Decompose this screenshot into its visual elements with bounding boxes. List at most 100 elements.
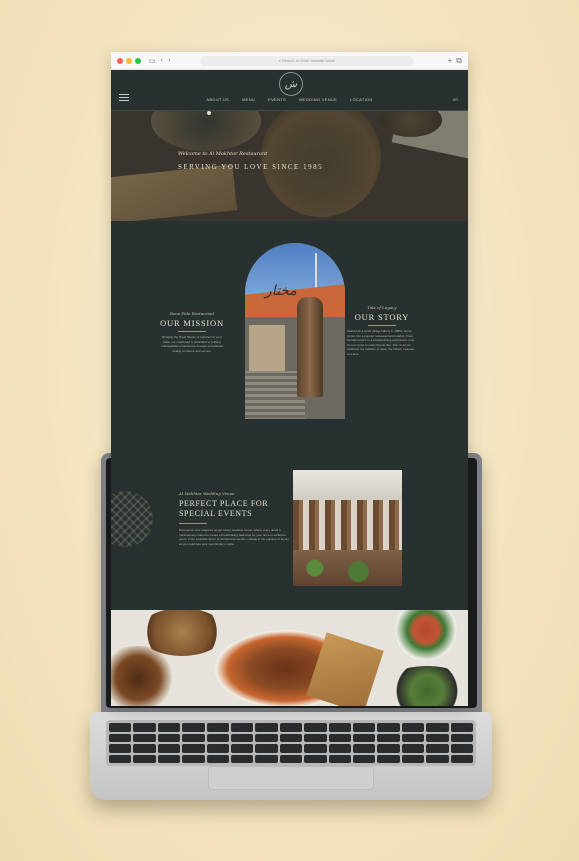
keyboard-key — [377, 744, 400, 753]
language-switch[interactable]: AR — [452, 97, 458, 102]
keyboard-key — [450, 733, 473, 742]
events-title-line1: PERFECT PLACE FOR — [179, 499, 269, 508]
keyboard-key — [352, 744, 376, 753]
keyboard-key — [328, 733, 351, 742]
keyboard-key — [255, 733, 278, 742]
browser-window: ▭ ‹ › ⌕ Search or enter website name + ⧉… — [111, 52, 468, 706]
mission-title: OUR MISSION — [160, 318, 224, 328]
about-section: Bona Fide Restaurant OUR MISSION Bringin… — [111, 221, 468, 461]
hero-banner: Welcome to Al Mokhtar Restaurant SERVING… — [111, 111, 468, 221]
mission-divider — [178, 331, 206, 332]
story-block: Tale of Legacy OUR STORY Started as a sm… — [347, 305, 417, 356]
story-title: OUR STORY — [354, 312, 410, 322]
maximize-dot[interactable] — [135, 57, 141, 64]
keyboard-key — [157, 733, 181, 742]
food-dumplings — [139, 610, 225, 656]
keyboard-key — [377, 733, 400, 742]
events-divider — [179, 523, 207, 524]
restaurant-arch-photo: مختار — [245, 243, 345, 419]
nav-link-about[interactable]: ABOUT US — [206, 97, 229, 102]
close-dot[interactable] — [117, 57, 123, 64]
url-bar[interactable]: ⌕ Search or enter website name — [200, 55, 414, 66]
keyboard-key — [157, 754, 181, 763]
keyboard-key — [426, 723, 449, 732]
keyboard-key — [401, 733, 425, 742]
mission-block: Bona Fide Restaurant OUR MISSION Bringin… — [159, 311, 225, 353]
slider-indicator-icon[interactable] — [207, 111, 211, 115]
food-greens-bowl — [379, 666, 468, 706]
keyboard-key — [450, 723, 473, 732]
nav-link-menu[interactable]: MENU — [242, 97, 255, 102]
tabs-overview-icon[interactable]: ⧉ — [456, 56, 462, 66]
keyboard-key — [206, 754, 229, 763]
keyboard-key — [279, 733, 303, 742]
keyboard-key — [304, 723, 327, 732]
laptop-keyboard — [106, 720, 476, 766]
url-placeholder: Search or enter website name — [281, 58, 336, 63]
keyboard-key — [182, 723, 205, 732]
keyboard-key — [230, 723, 254, 732]
keyboard-key — [109, 754, 132, 763]
keyboard-key — [377, 723, 400, 732]
new-tab-icon[interactable]: + — [448, 56, 453, 65]
keyboard-key — [109, 723, 132, 732]
keyboard-key — [304, 754, 327, 763]
back-arrow-icon[interactable]: ‹ — [161, 57, 163, 64]
keyboard-key — [377, 754, 400, 763]
keyboard-key — [279, 754, 303, 763]
keyboard-key — [401, 723, 425, 732]
keyboard-key — [426, 733, 449, 742]
keyboard-key — [304, 744, 327, 753]
keyboard-key — [206, 723, 229, 732]
story-subtitle: Tale of Legacy — [367, 305, 397, 310]
keyboard-key — [352, 733, 376, 742]
keyboard-key — [133, 754, 156, 763]
browser-toolbar: ▭ ‹ › ⌕ Search or enter website name + ⧉ — [111, 52, 468, 70]
laptop-trackpad — [208, 766, 374, 790]
hero-welcome: Welcome to Al Mokhtar Restaurant — [178, 151, 268, 157]
keyboard-key — [352, 723, 376, 732]
food-salad-plate — [371, 610, 468, 660]
keyboard-key — [230, 744, 254, 753]
keyboard-key — [206, 733, 229, 742]
statue-figure — [297, 297, 323, 397]
keyboard-key — [426, 754, 449, 763]
nav-link-wedding-venue[interactable]: WEDDING VENUE — [299, 97, 337, 102]
keyboard-key — [426, 744, 449, 753]
keyboard-key — [230, 754, 254, 763]
events-subtitle: Al Mokhtar Wedding Venue — [179, 491, 235, 496]
keyboard-key — [255, 723, 278, 732]
logo-mark: ش — [284, 78, 298, 90]
events-text: Al Mokhtar Wedding Venue PERFECT PLACE F… — [179, 491, 289, 546]
events-body: Experience your elegance at our luxury w… — [179, 528, 289, 546]
keyboard-key — [109, 733, 132, 742]
site-header: ش ABOUT US MENU EVENTS WEDDING VENUE LOC… — [111, 70, 468, 111]
keyboard-key — [401, 744, 425, 753]
keyboard-key — [255, 744, 278, 753]
keyboard-key — [328, 744, 351, 753]
story-divider — [368, 325, 396, 326]
hero-title: SERVING YOU LOVE SINCE 1985 — [178, 163, 324, 171]
keyboard-key — [133, 733, 156, 742]
keyboard-key — [279, 723, 303, 732]
nav-link-location[interactable]: LOCATION — [350, 97, 373, 102]
forward-arrow-icon[interactable]: › — [168, 57, 170, 64]
keyboard-key — [206, 744, 229, 753]
events-section: Al Mokhtar Wedding Venue PERFECT PLACE F… — [111, 461, 468, 611]
restaurant-sign: مختار — [265, 283, 297, 299]
keyboard-key — [255, 754, 278, 763]
nav-links: ABOUT US MENU EVENTS WEDDING VENUE LOCAT… — [111, 97, 468, 102]
keyboard-key — [279, 744, 303, 753]
nav-link-events[interactable]: EVENTS — [268, 97, 286, 102]
keyboard-key — [304, 733, 327, 742]
events-title: PERFECT PLACE FOR SPECIAL EVENTS — [179, 499, 289, 519]
sidebar-icon[interactable]: ▭ — [149, 57, 156, 65]
minimize-dot[interactable] — [126, 57, 132, 64]
keyboard-key — [182, 744, 205, 753]
keyboard-key — [328, 754, 351, 763]
food-gallery-band — [111, 610, 468, 706]
wedding-venue-photo — [293, 470, 402, 586]
keyboard-key — [157, 723, 181, 732]
restaurant-logo[interactable]: ش — [279, 72, 303, 96]
keyboard-key — [182, 733, 205, 742]
